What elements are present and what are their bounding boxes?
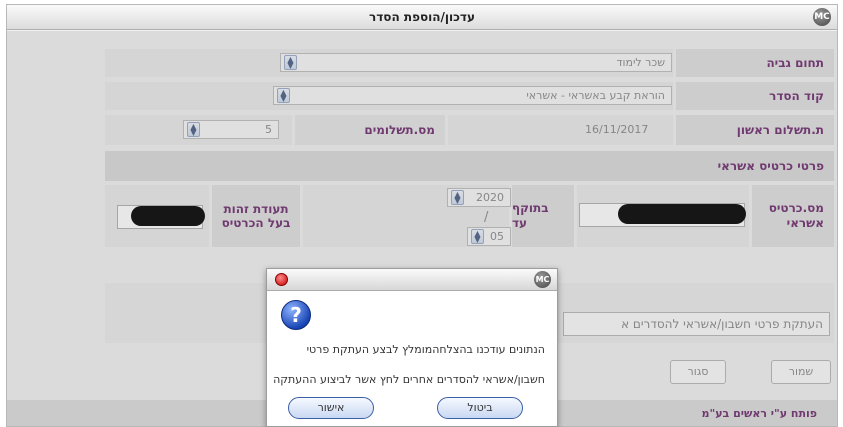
dialog-app-logo-icon: MC xyxy=(534,271,551,288)
cancel-button[interactable]: ביטול xyxy=(437,397,523,419)
close-icon[interactable] xyxy=(275,273,288,286)
question-icon: ? xyxy=(281,300,311,330)
dialog-message-line-1: הנתונים עודכנו בהצלחהמומלץ לבצע העתקת פר… xyxy=(306,343,545,356)
confirm-dialog: MC ? הנתונים עודכנו בהצלחהמומלץ לבצע העת… xyxy=(266,268,558,427)
ok-button[interactable]: אישור xyxy=(288,397,374,419)
dialog-title-bar: MC xyxy=(267,269,557,291)
dialog-message-line-2: חשבון/אשראי להסדרים אחרים לחץ אשר לביצוע… xyxy=(273,373,545,386)
title-bar: עדכון/הוספת הסדר MC xyxy=(7,5,837,30)
window-title: עדכון/הוספת הסדר xyxy=(369,10,475,24)
app-logo-icon: MC xyxy=(813,8,831,26)
